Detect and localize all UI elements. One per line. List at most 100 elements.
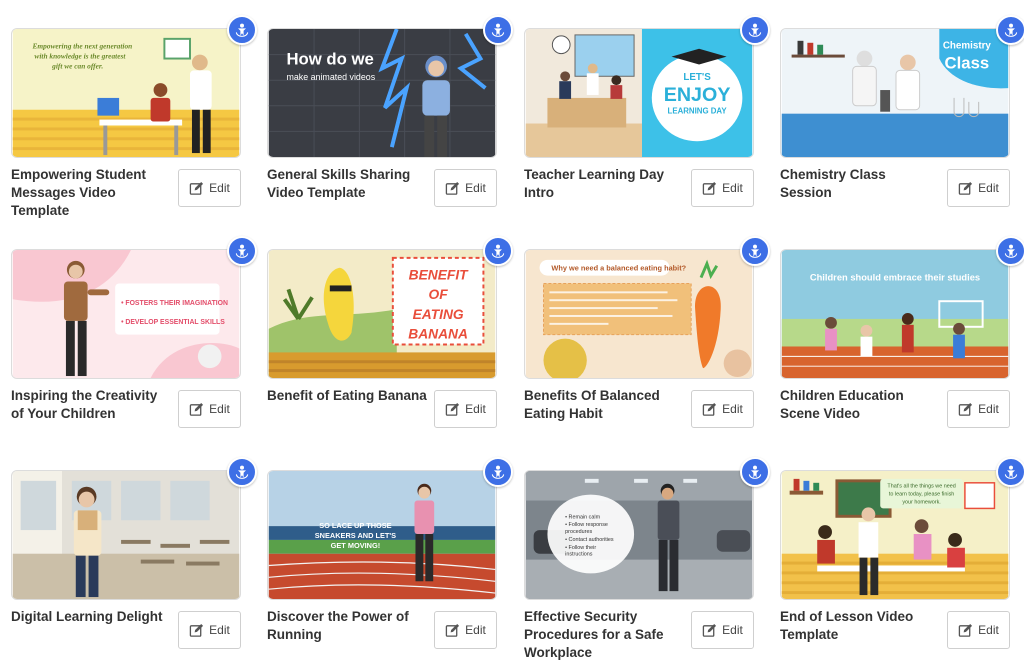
- character-icon: [235, 23, 249, 37]
- svg-text:LEARNING DAY: LEARNING DAY: [668, 107, 728, 116]
- character-icon: [748, 244, 762, 258]
- edit-label: Edit: [209, 181, 230, 195]
- svg-text:EATING: EATING: [413, 307, 464, 322]
- avatar-badge: [996, 457, 1024, 487]
- svg-text:your homework.: your homework.: [902, 499, 941, 505]
- template-title[interactable]: Inspiring the Creativity of Your Childre…: [11, 387, 171, 423]
- svg-text:Empowering the next generation: Empowering the next generation: [31, 42, 132, 51]
- svg-text:ENJOY: ENJOY: [664, 84, 731, 106]
- character-icon: [491, 465, 505, 479]
- character-icon: [491, 23, 505, 37]
- edit-label: Edit: [722, 623, 743, 637]
- edit-label: Edit: [978, 623, 999, 637]
- character-icon: [748, 465, 762, 479]
- svg-text:SNEAKERS AND LET'S: SNEAKERS AND LET'S: [315, 531, 396, 540]
- character-icon: [1004, 244, 1018, 258]
- edit-button[interactable]: Edit: [434, 611, 497, 649]
- edit-label: Edit: [978, 402, 999, 416]
- edit-label: Edit: [209, 623, 230, 637]
- svg-text:Class: Class: [945, 53, 990, 72]
- edit-icon: [958, 623, 973, 637]
- template-title[interactable]: End of Lesson Video Template: [780, 608, 940, 644]
- template-thumbnail[interactable]: LET'S ENJOY LEARNING DAY: [524, 28, 754, 158]
- template-thumbnail[interactable]: That's all the things we need to learn t…: [780, 470, 1010, 600]
- svg-text:BENEFIT: BENEFIT: [409, 268, 469, 283]
- avatar-badge: [740, 236, 770, 266]
- template-title[interactable]: Empowering Student Messages Video Templa…: [11, 166, 171, 220]
- svg-text:• Contact authorities: • Contact authorities: [565, 537, 614, 543]
- template-title[interactable]: Children Education Scene Video: [780, 387, 940, 423]
- edit-button[interactable]: Edit: [691, 390, 754, 428]
- svg-text:Chemistry: Chemistry: [943, 41, 992, 52]
- edit-label: Edit: [978, 181, 999, 195]
- edit-label: Edit: [465, 623, 486, 637]
- edit-button[interactable]: Edit: [434, 390, 497, 428]
- svg-text:• Follow their: • Follow their: [565, 545, 596, 551]
- edit-button[interactable]: Edit: [178, 390, 241, 428]
- edit-icon: [702, 181, 717, 195]
- edit-icon: [189, 181, 204, 195]
- svg-text:• FOSTERS THEIR IMAGINATION: • FOSTERS THEIR IMAGINATION: [121, 300, 228, 307]
- svg-text:That's all the things we need: That's all the things we need: [887, 484, 955, 490]
- template-thumbnail[interactable]: BENEFIT OF EATING BANANA: [267, 249, 497, 379]
- svg-text:• Follow response: • Follow response: [565, 522, 608, 528]
- template-title[interactable]: Effective Security Procedures for a Safe…: [524, 608, 684, 662]
- edit-button[interactable]: Edit: [947, 611, 1010, 649]
- edit-button[interactable]: Edit: [178, 611, 241, 649]
- edit-icon: [445, 623, 460, 637]
- template-thumbnail[interactable]: How do we make animated videos: [267, 28, 497, 158]
- avatar-badge: [227, 457, 257, 487]
- svg-text:BANANA: BANANA: [408, 327, 468, 342]
- avatar-badge: [996, 15, 1024, 45]
- edit-button[interactable]: Edit: [947, 390, 1010, 428]
- edit-icon: [702, 623, 717, 637]
- edit-button[interactable]: Edit: [691, 169, 754, 207]
- template-title[interactable]: General Skills Sharing Video Template: [267, 166, 427, 202]
- edit-label: Edit: [465, 402, 486, 416]
- svg-text:make animated videos: make animated videos: [286, 72, 375, 82]
- character-icon: [748, 23, 762, 37]
- template-title[interactable]: Digital Learning Delight: [11, 608, 171, 626]
- edit-icon: [445, 181, 460, 195]
- edit-icon: [702, 402, 717, 416]
- template-thumbnail[interactable]: • FOSTERS THEIR IMAGINATION • DEVELOP ES…: [11, 249, 241, 379]
- edit-label: Edit: [465, 181, 486, 195]
- character-icon: [1004, 23, 1018, 37]
- edit-label: Edit: [722, 181, 743, 195]
- edit-button[interactable]: Edit: [691, 611, 754, 649]
- template-thumbnail[interactable]: Empowering the next generation with know…: [11, 28, 241, 158]
- template-thumbnail[interactable]: Children should embrace their studies: [780, 249, 1010, 379]
- template-thumbnail[interactable]: • Remain calm • Follow response procedur…: [524, 470, 754, 600]
- avatar-badge: [740, 457, 770, 487]
- template-title[interactable]: Benefit of Eating Banana: [267, 387, 427, 405]
- svg-text:OF: OF: [429, 287, 449, 302]
- template-title[interactable]: Chemistry Class Session: [780, 166, 940, 202]
- svg-text:LET'S: LET'S: [683, 72, 711, 83]
- edit-button[interactable]: Edit: [178, 169, 241, 207]
- svg-text:• DEVELOP ESSENTIAL SKILLS: • DEVELOP ESSENTIAL SKILLS: [121, 319, 225, 326]
- template-thumbnail[interactable]: Why we need a balanced eating habit?: [524, 249, 754, 379]
- template-thumbnail[interactable]: [11, 470, 241, 600]
- edit-icon: [958, 402, 973, 416]
- template-title[interactable]: Benefits Of Balanced Eating Habit: [524, 387, 684, 423]
- template-thumbnail[interactable]: SO LACE UP THOSE SNEAKERS AND LET'S GET …: [267, 470, 497, 600]
- character-icon: [491, 244, 505, 258]
- edit-button[interactable]: Edit: [947, 169, 1010, 207]
- svg-text:with knowledge is the greatest: with knowledge is the greatest: [34, 52, 126, 61]
- character-icon: [1004, 465, 1018, 479]
- edit-label: Edit: [209, 402, 230, 416]
- svg-text:• Remain calm: • Remain calm: [565, 514, 600, 520]
- avatar-badge: [996, 236, 1024, 266]
- svg-text:instructions: instructions: [565, 552, 593, 558]
- template-title[interactable]: Teacher Learning Day Intro: [524, 166, 684, 202]
- character-icon: [235, 244, 249, 258]
- svg-text:How do we: How do we: [286, 49, 373, 68]
- svg-text:Children should embrace their: Children should embrace their studies: [810, 273, 980, 283]
- edit-button[interactable]: Edit: [434, 169, 497, 207]
- edit-icon: [958, 181, 973, 195]
- template-thumbnail[interactable]: Chemistry Class: [780, 28, 1010, 158]
- svg-text:to learn today, please finish: to learn today, please finish: [889, 492, 954, 498]
- avatar-badge: [740, 15, 770, 45]
- svg-text:SO LACE UP THOSE: SO LACE UP THOSE: [319, 521, 391, 530]
- template-title[interactable]: Discover the Power of Running: [267, 608, 427, 644]
